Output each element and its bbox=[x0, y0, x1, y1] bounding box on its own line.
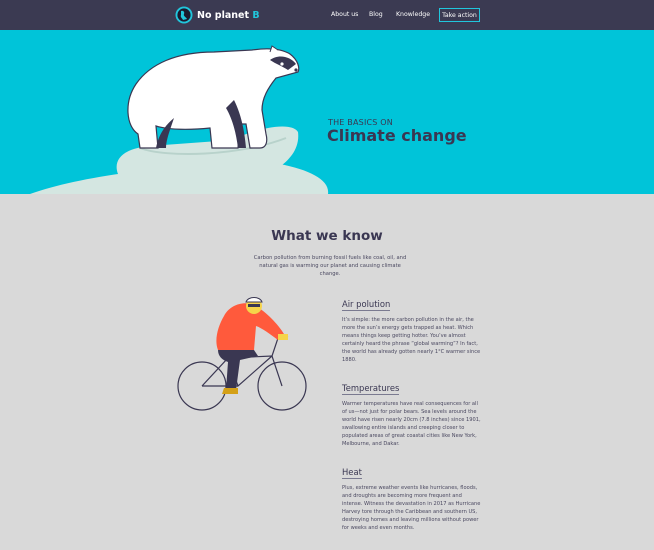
nav-link-knowledge[interactable]: Knowledge bbox=[396, 11, 430, 18]
topic-temperatures: Temperatures Warmer temperatures have re… bbox=[342, 376, 482, 448]
globe-logo-icon bbox=[175, 6, 193, 24]
topic-heat: Heat Plus, extreme weather events like h… bbox=[342, 460, 482, 532]
topic-title: Heat bbox=[342, 467, 362, 479]
take-action-button[interactable]: Take action bbox=[439, 8, 480, 22]
polar-bear-on-iceberg-illustration bbox=[30, 45, 329, 194]
cyclist-illustration bbox=[177, 297, 307, 411]
what-we-know-intro: Carbon pollution from burning fossil fue… bbox=[253, 255, 407, 277]
topic-air-polution: Air polution It’s simple: the more carbo… bbox=[342, 292, 482, 364]
brand-logo[interactable]: No planet B bbox=[175, 6, 260, 24]
brand-name: No planet B bbox=[197, 9, 260, 21]
topic-title: Air polution bbox=[342, 299, 391, 311]
hero-title: Climate change bbox=[327, 126, 467, 145]
top-navbar: No planet B About us Blog Knowledge Take… bbox=[0, 0, 654, 30]
nav-link-about-us[interactable]: About us bbox=[331, 11, 358, 18]
nav-link-blog[interactable]: Blog bbox=[369, 11, 383, 18]
topic-body: Plus, extreme weather events like hurric… bbox=[342, 485, 481, 531]
topic-body: It’s simple: the more carbon pollution i… bbox=[342, 317, 481, 363]
topic-body: Warmer temperatures have real consequenc… bbox=[342, 401, 481, 447]
what-we-know-heading: What we know bbox=[271, 228, 383, 244]
hero-banner: THE BASICS ON Climate change bbox=[0, 30, 654, 194]
topic-title: Temperatures bbox=[342, 383, 400, 395]
